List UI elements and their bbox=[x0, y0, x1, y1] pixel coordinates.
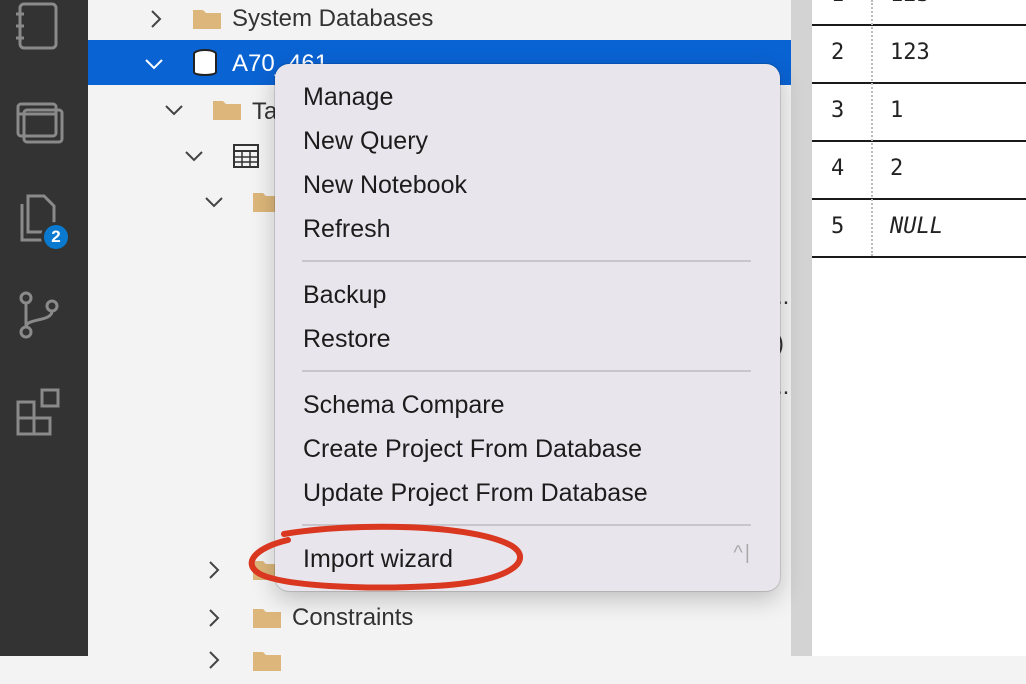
table-row[interactable]: 4 2 bbox=[812, 140, 1026, 200]
menu-item-refresh[interactable]: Refresh bbox=[303, 215, 391, 244]
keyboard-shortcut: ^| bbox=[733, 542, 752, 564]
menu-item-update-project[interactable]: Update Project From Database bbox=[303, 479, 648, 508]
menu-item-create-project[interactable]: Create Project From Database bbox=[303, 435, 642, 464]
row-number: 5 bbox=[831, 214, 845, 239]
table-row[interactable]: 3 1 bbox=[812, 82, 1026, 142]
chevron-right-icon[interactable] bbox=[204, 608, 224, 628]
folder-icon bbox=[193, 10, 221, 29]
database-icon bbox=[193, 49, 217, 76]
tree-item-system-databases[interactable]: System Databases bbox=[88, 0, 791, 41]
menu-item-new-notebook[interactable]: New Notebook bbox=[303, 171, 467, 200]
row-number: 1 bbox=[831, 0, 844, 7]
chevron-right-icon[interactable] bbox=[204, 650, 224, 670]
activity-bar: 2 bbox=[0, 0, 88, 656]
chevron-down-icon[interactable] bbox=[204, 192, 224, 212]
folder-icon bbox=[253, 609, 281, 628]
chevron-right-icon[interactable] bbox=[146, 9, 166, 29]
cell-value: 2 bbox=[890, 156, 904, 181]
files-badge: 2 bbox=[41, 222, 71, 252]
row-number: 3 bbox=[831, 98, 845, 123]
table-row[interactable]: 5 NULL bbox=[812, 198, 1026, 258]
context-menu: Manage New Query New Notebook Refresh Ba… bbox=[275, 64, 780, 591]
chevron-down-icon[interactable] bbox=[164, 100, 184, 120]
menu-separator bbox=[302, 260, 751, 262]
chevron-down-icon[interactable] bbox=[144, 54, 164, 74]
tree-item-partial[interactable] bbox=[88, 640, 791, 684]
scrollbar[interactable] bbox=[791, 0, 812, 656]
cell-value: NULL bbox=[890, 214, 943, 239]
chevron-right-icon[interactable] bbox=[204, 560, 224, 580]
menu-item-backup[interactable]: Backup bbox=[303, 281, 386, 310]
source-control-icon[interactable] bbox=[14, 290, 66, 342]
row-number: 4 bbox=[831, 156, 845, 181]
menu-item-restore[interactable]: Restore bbox=[303, 325, 391, 354]
menu-item-schema-compare[interactable]: Schema Compare bbox=[303, 391, 504, 420]
menu-separator bbox=[302, 370, 751, 372]
extensions-icon[interactable] bbox=[14, 386, 66, 438]
row-number: 2 bbox=[831, 40, 845, 65]
tree-item-constraints[interactable]: Constraints bbox=[88, 596, 791, 640]
folder-icon bbox=[253, 652, 281, 671]
table-row[interactable]: 1 123 bbox=[812, 0, 1026, 26]
notebook-icon[interactable] bbox=[14, 0, 66, 52]
cell-value: 1 bbox=[890, 98, 904, 123]
menu-item-new-query[interactable]: New Query bbox=[303, 127, 428, 156]
cell-value: 123 bbox=[890, 40, 930, 65]
menu-item-manage[interactable]: Manage bbox=[303, 83, 393, 112]
folder-icon bbox=[213, 101, 241, 120]
tree-item-label: System Databases bbox=[232, 5, 434, 32]
annotation-circle bbox=[248, 523, 524, 591]
tree-item-label: Ta bbox=[252, 98, 278, 125]
column-divider bbox=[871, 0, 873, 256]
table-row[interactable]: 2 123 bbox=[812, 24, 1026, 84]
tree-item-label: Constraints bbox=[292, 604, 414, 631]
table-icon bbox=[233, 144, 259, 168]
results-grid: 1 123 2 123 3 1 4 2 5 NULL bbox=[812, 0, 1026, 656]
cell-value: 123 bbox=[890, 0, 930, 7]
windows-icon[interactable] bbox=[14, 98, 66, 150]
chevron-down-icon[interactable] bbox=[184, 146, 204, 166]
